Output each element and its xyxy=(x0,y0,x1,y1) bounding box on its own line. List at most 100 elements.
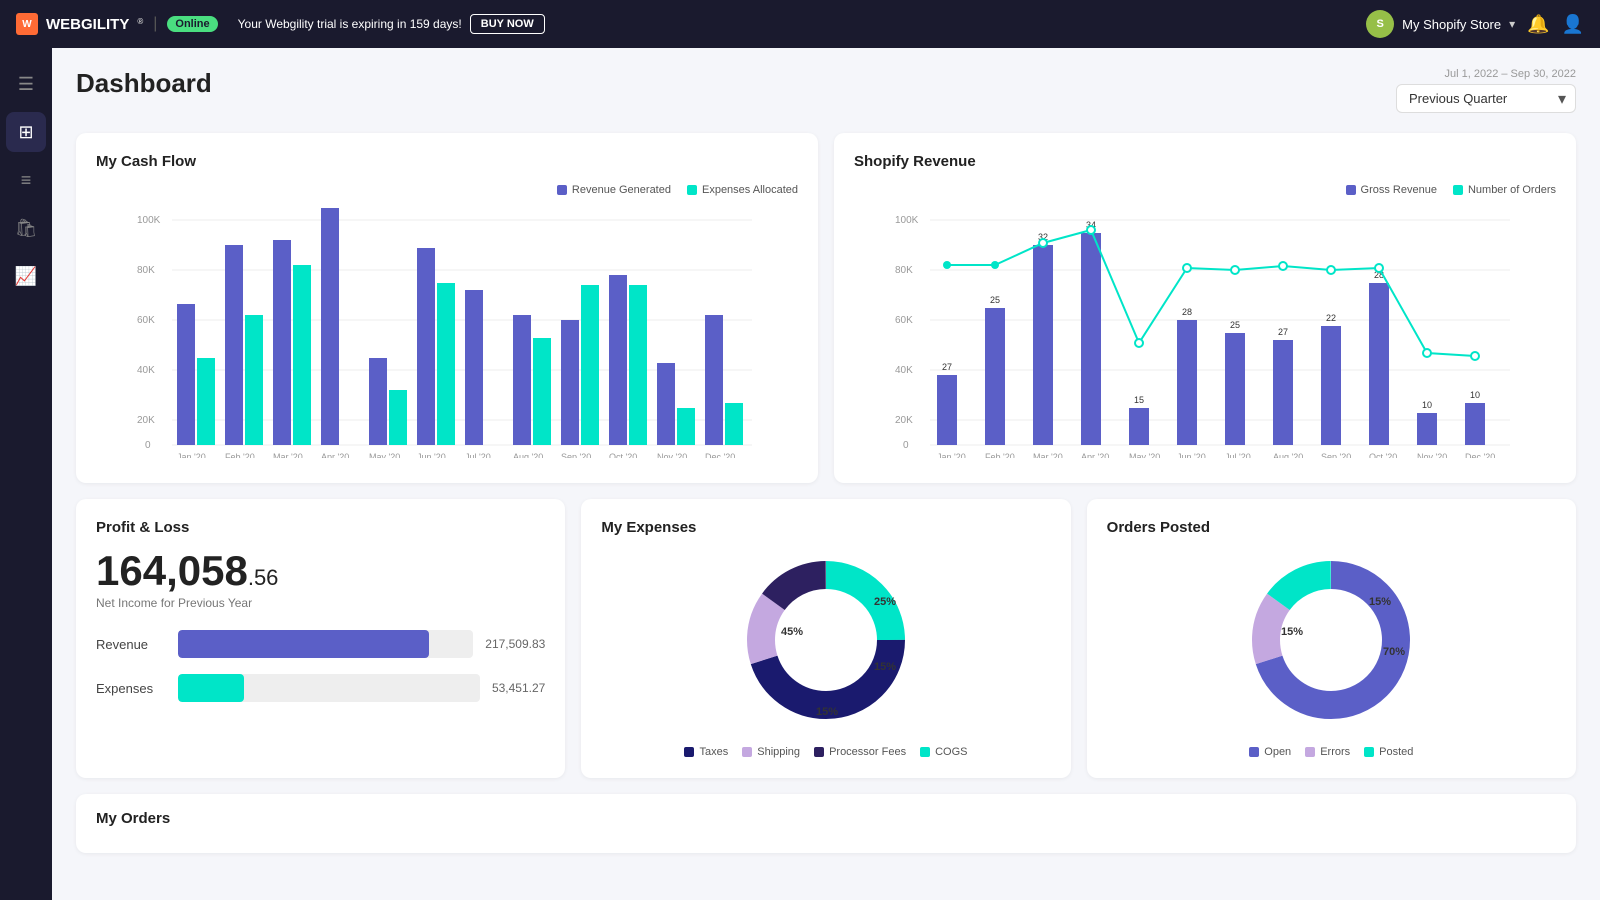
orders-legend-errors: Errors xyxy=(1305,746,1350,758)
svg-text:25: 25 xyxy=(990,295,1000,305)
svg-text:Dec '20: Dec '20 xyxy=(1465,452,1495,458)
top-navigation: W WEBGILITY ® | Online Your Webgility tr… xyxy=(0,0,1600,48)
expenses-legend-taxes: Taxes xyxy=(684,746,728,758)
cogs-label: COGS xyxy=(935,746,967,758)
expenses-label: Expenses xyxy=(96,681,166,696)
nav-right: S My Shopify Store ▾ 🔔 👤 xyxy=(1366,10,1584,38)
store-name: My Shopify Store xyxy=(1402,17,1501,32)
svg-text:May '20: May '20 xyxy=(1129,452,1160,458)
legend-expenses-dot xyxy=(687,185,697,195)
svg-text:100K: 100K xyxy=(895,215,919,226)
expenses-legend-cogs: COGS xyxy=(920,746,967,758)
list-icon: ≡ xyxy=(21,170,32,191)
date-range-container: Jul 1, 2022 – Sep 30, 2022 Previous Quar… xyxy=(1396,68,1576,113)
buy-now-button[interactable]: BUY NOW xyxy=(470,14,545,34)
sidebar-item-orders[interactable]: ≡ xyxy=(6,160,46,200)
svg-text:0: 0 xyxy=(145,440,151,451)
svg-text:Jun '20: Jun '20 xyxy=(417,452,446,458)
processor-dot xyxy=(814,747,824,757)
period-select[interactable]: Previous Quarter This Quarter Last Month… xyxy=(1396,84,1576,113)
pnl-main-value: 164,058 xyxy=(96,547,248,594)
errors-dot xyxy=(1305,747,1315,757)
orders-legend-posted: Posted xyxy=(1364,746,1413,758)
orders-posted-card: Orders Posted 15% 15% 70% xyxy=(1087,499,1576,778)
legend-revenue-label: Revenue Generated xyxy=(572,184,671,196)
cogs-dot xyxy=(920,747,930,757)
svg-text:20K: 20K xyxy=(137,415,155,426)
svg-text:Dec '20: Dec '20 xyxy=(705,452,735,458)
svg-text:10: 10 xyxy=(1422,400,1432,410)
orders-legend-open: Open xyxy=(1249,746,1291,758)
store-selector[interactable]: S My Shopify Store ▾ xyxy=(1366,10,1515,38)
posted-label: Posted xyxy=(1379,746,1413,758)
profit-loss-title: Profit & Loss xyxy=(96,519,545,536)
cash-flow-chart: 100K 80K 60K 40K 20K 0 xyxy=(96,208,798,463)
svg-text:100K: 100K xyxy=(137,215,161,226)
sidebar-item-products[interactable]: 🛍 xyxy=(6,208,46,248)
profit-loss-card: Profit & Loss 164,058.56 Net Income for … xyxy=(76,499,565,778)
shopify-revenue-chart: 100K 80K 60K 40K 20K 0 xyxy=(854,208,1556,463)
legend-orders-label: Number of Orders xyxy=(1468,184,1556,196)
sidebar-item-menu[interactable]: ☰ xyxy=(6,64,46,104)
legend-expenses: Expenses Allocated xyxy=(687,184,798,196)
svg-text:70%: 70% xyxy=(1383,646,1405,658)
nav-divider: | xyxy=(153,15,157,33)
store-icon: S xyxy=(1366,10,1394,38)
legend-orders-dot xyxy=(1453,185,1463,195)
online-badge: Online xyxy=(167,16,217,32)
svg-text:22: 22 xyxy=(1326,313,1336,323)
svg-text:Mar '20: Mar '20 xyxy=(273,452,303,458)
pnl-subtitle: Net Income for Previous Year xyxy=(96,596,545,610)
trial-notice: Your Webgility trial is expiring in 159 … xyxy=(238,14,545,34)
sidebar-item-dashboard[interactable]: ⊞ xyxy=(6,112,46,152)
legend-gross-dot xyxy=(1346,185,1356,195)
expenses-donut-container: 45% 25% 15% 15% Taxes Shipping xyxy=(601,550,1050,758)
date-range-label: Jul 1, 2022 – Sep 30, 2022 xyxy=(1445,68,1577,80)
processor-label: Processor Fees xyxy=(829,746,906,758)
logo-icon: W xyxy=(16,13,38,35)
orders-legend: Open Errors Posted xyxy=(1249,746,1413,758)
taxes-dot xyxy=(684,747,694,757)
page-title: Dashboard xyxy=(76,68,212,99)
expenses-bar-row: Expenses 53,451.27 xyxy=(96,674,545,702)
sidebar-item-analytics[interactable]: 📈 xyxy=(6,256,46,296)
svg-text:15: 15 xyxy=(1134,395,1144,405)
period-select-wrapper: Previous Quarter This Quarter Last Month… xyxy=(1396,84,1576,113)
svg-text:40K: 40K xyxy=(895,365,913,376)
errors-label: Errors xyxy=(1320,746,1350,758)
svg-text:Feb '20: Feb '20 xyxy=(985,452,1015,458)
svg-text:Jan '20: Jan '20 xyxy=(177,452,206,458)
svg-text:Feb '20: Feb '20 xyxy=(225,452,255,458)
notification-bell-icon[interactable]: 🔔 xyxy=(1527,14,1549,35)
svg-text:Sep '20: Sep '20 xyxy=(1321,452,1351,458)
svg-text:15%: 15% xyxy=(1369,596,1391,608)
metrics-row: Profit & Loss 164,058.56 Net Income for … xyxy=(76,499,1576,778)
charts-row: My Cash Flow Revenue Generated Expenses … xyxy=(76,133,1576,483)
cash-flow-legend: Revenue Generated Expenses Allocated xyxy=(96,184,798,196)
legend-gross-label: Gross Revenue xyxy=(1361,184,1437,196)
open-dot xyxy=(1249,747,1259,757)
pnl-amount: 164,058.56 xyxy=(96,550,545,592)
svg-text:60K: 60K xyxy=(895,315,913,326)
taxes-label: Taxes xyxy=(699,746,728,758)
expenses-legend-processor: Processor Fees xyxy=(814,746,906,758)
shopify-legend: Gross Revenue Number of Orders xyxy=(854,184,1556,196)
logo-text: WEBGILITY xyxy=(46,16,129,33)
dashboard-icon: ⊞ xyxy=(18,122,33,143)
revenue-bar-track xyxy=(178,630,473,658)
posted-dot xyxy=(1364,747,1374,757)
user-avatar-icon[interactable]: 👤 xyxy=(1562,14,1584,35)
revenue-label: Revenue xyxy=(96,637,166,652)
svg-text:40K: 40K xyxy=(137,365,155,376)
svg-text:Nov '20: Nov '20 xyxy=(1417,452,1447,458)
sidebar: ☰ ⊞ ≡ 🛍 📈 xyxy=(0,48,52,900)
revenue-bar-row: Revenue 217,509.83 xyxy=(96,630,545,658)
svg-text:27: 27 xyxy=(1278,327,1288,337)
svg-text:28: 28 xyxy=(1182,307,1192,317)
store-chevron: ▾ xyxy=(1509,17,1515,31)
svg-text:May '20: May '20 xyxy=(369,452,400,458)
shopify-revenue-title: Shopify Revenue xyxy=(854,153,1556,170)
expenses-bar-fill xyxy=(178,674,244,702)
expenses-value: 53,451.27 xyxy=(492,681,545,695)
svg-text:0: 0 xyxy=(903,440,909,451)
